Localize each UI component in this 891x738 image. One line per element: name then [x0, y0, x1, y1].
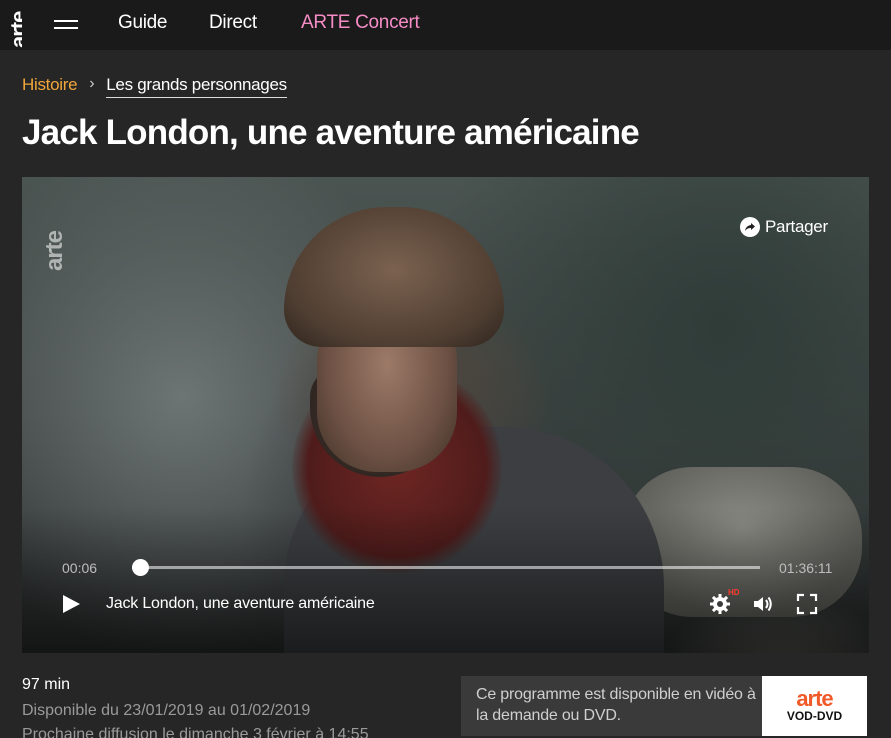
progress-handle[interactable]	[132, 559, 149, 576]
play-icon[interactable]	[60, 593, 82, 615]
player-title: Jack London, une aventure américaine	[106, 595, 375, 612]
player-watermark-logo: arte	[40, 195, 62, 275]
top-navigation: arte Guide Direct ARTE Concert	[0, 0, 891, 50]
time-total: 01:36:11	[779, 560, 833, 576]
breadcrumb-grands-personnages[interactable]: Les grands personnages	[106, 75, 287, 98]
hamburger-menu-icon[interactable]	[54, 16, 78, 32]
nav-guide[interactable]: Guide	[118, 12, 168, 34]
arte-logo-text: arte	[6, 11, 22, 48]
hd-badge: HD	[728, 588, 740, 597]
nav-arte-concert[interactable]: ARTE Concert	[301, 12, 420, 34]
duration: 97 min	[22, 676, 71, 693]
availability: Disponible du 23/01/2019 au 01/02/2019	[22, 702, 311, 719]
controls-gradient	[22, 507, 869, 653]
video-player[interactable]: arte Partager 00:06 01:36:11 Jack London…	[22, 177, 869, 653]
time-current: 00:06	[62, 560, 98, 576]
share-icon	[740, 217, 760, 237]
vod-logo-sub: VOD-DVD	[786, 709, 843, 723]
arte-logo[interactable]: arte	[6, 0, 22, 50]
nav-direct[interactable]: Direct	[209, 12, 257, 34]
volume-icon[interactable]	[752, 594, 774, 614]
breadcrumb-separator-icon: ›	[89, 75, 95, 92]
player-watermark-text: arte	[41, 230, 62, 271]
page-title: Jack London, une aventure américaine	[22, 113, 640, 152]
breadcrumb: Histoire › Les grands personnages	[22, 75, 287, 99]
video-frame-fur-hat	[284, 207, 504, 347]
vod-logo-brand: arte	[796, 686, 833, 711]
share-button[interactable]: Partager	[740, 217, 828, 237]
vod-text: Ce programme est disponible en vidéo à l…	[476, 686, 756, 724]
next-broadcast: Prochaine diffusion le dimanche 3 févrie…	[22, 726, 369, 738]
fullscreen-icon[interactable]	[796, 593, 818, 615]
arte-vod-dvd-logo[interactable]: arte VOD-DVD	[762, 676, 867, 736]
progress-bar[interactable]	[132, 559, 760, 576]
vod-dvd-banner[interactable]: Ce programme est disponible en vidéo à l…	[461, 676, 867, 736]
breadcrumb-histoire[interactable]: Histoire	[22, 75, 78, 95]
share-label: Partager	[765, 217, 828, 236]
